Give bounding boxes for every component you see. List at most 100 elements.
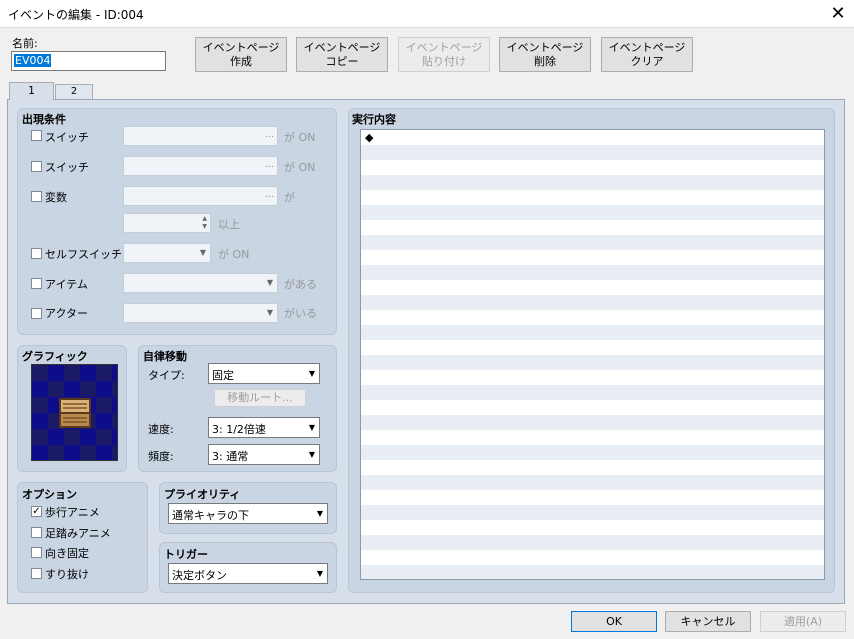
title-bar: イベントの編集 - ID:004 ✕ [0,0,854,28]
switch2-suffix: が ON [284,161,316,174]
trigger-dropdown[interactable]: 決定ボタン ▼ [168,563,328,584]
actor-checkbox[interactable] [31,308,42,319]
priority-title: プライオリティ [164,488,241,501]
self-switch-suffix: が ON [218,248,250,261]
apply-button[interactable]: 適用(A) [760,611,846,632]
execution-list[interactable]: ◆ [360,129,825,580]
delete-page-button[interactable]: イベントページ 削除 [499,37,591,72]
tab-page-2[interactable]: 2 [55,84,93,99]
switch1-field[interactable]: ... [123,126,278,146]
switch1-browse-icon[interactable]: ... [265,130,274,140]
switch1-label: スイッチ [45,131,89,144]
variable-browse-icon[interactable]: ... [265,190,274,200]
chevron-down-icon: ▼ [316,509,323,518]
tab-page-1-label: 1 [28,84,35,97]
switch1-checkbox[interactable] [31,130,42,141]
variable-suffix: が [284,191,295,204]
switch2-checkbox[interactable] [31,161,42,172]
item-label: アイテム [45,278,88,291]
direction-fix-checkbox[interactable] [31,547,42,558]
paste-page-line1: イベントページ [405,41,483,54]
close-icon: ✕ [830,3,846,24]
frequency-value: 3: 通常 [212,450,249,463]
variable-label: 変数 [45,191,67,204]
actor-label: アクター [45,307,89,320]
priority-value: 通常キャラの下 [172,509,249,522]
ok-button[interactable]: OK [571,611,657,632]
variable-compare-suffix: 以上 [218,218,240,231]
execution-title: 実行内容 [352,113,396,126]
tab-page-2-label: 2 [70,86,78,97]
options-title: オプション [22,488,77,501]
name-value: EV004 [14,54,52,67]
through-checkbox[interactable] [31,568,42,579]
self-switch-label: セルフスイッチ [45,248,122,261]
stepping-anim-label: 足踏みアニメ [45,527,111,540]
apply-label: 適用(A) [783,615,823,628]
direction-fix-label: 向き固定 [45,547,89,560]
name-input[interactable]: EV004 [11,51,166,71]
chevron-down-icon: ▼ [308,450,315,459]
move-type-value: 固定 [212,369,234,382]
create-page-button[interactable]: イベントページ 作成 [195,37,287,72]
clear-page-line2: クリア [630,55,664,68]
self-switch-dropdown[interactable]: ▼ [123,243,211,263]
delete-page-line2: 削除 [534,55,556,68]
copy-page-line2: コピー [325,55,359,68]
delete-page-line1: イベントページ [506,41,584,54]
walking-anim-label: 歩行アニメ [45,506,100,519]
chest-icon [59,398,91,428]
cancel-label: キャンセル [680,615,736,628]
clear-page-button[interactable]: イベントページ クリア [601,37,693,72]
item-dropdown[interactable]: ▼ [123,273,278,293]
chevron-down-icon: ▼ [308,423,315,432]
autonomous-movement-title: 自律移動 [143,350,187,363]
speed-label: 速度: [148,423,174,436]
copy-page-button[interactable]: イベントページ コピー [296,37,388,72]
clear-page-line1: イベントページ [608,41,686,54]
self-switch-checkbox[interactable] [31,248,42,259]
switch2-field[interactable]: ... [123,156,278,176]
item-checkbox[interactable] [31,278,42,289]
move-type-label: タイプ: [148,369,185,382]
move-route-button[interactable]: 移動ルート... [214,389,306,407]
speed-value: 3: 1/2倍速 [212,423,266,436]
frequency-label: 頻度: [148,450,174,463]
create-page-line1: イベントページ [202,41,280,54]
spin-down-icon[interactable]: ▼ [202,223,207,230]
create-page-line2: 作成 [230,55,252,68]
trigger-value: 決定ボタン [172,569,227,582]
move-route-label: 移動ルート... [227,391,293,404]
switch1-suffix: が ON [284,131,316,144]
close-button[interactable]: ✕ [824,2,852,26]
tab-page-1[interactable]: 1 [9,82,54,100]
cancel-button[interactable]: キャンセル [665,611,751,632]
switch2-label: スイッチ [45,161,89,174]
frequency-dropdown[interactable]: 3: 通常 ▼ [208,444,320,465]
check-icon: ✓ [32,506,41,517]
ok-label: OK [606,615,622,628]
copy-page-line1: イベントページ [303,41,381,54]
graphic-title: グラフィック [22,350,88,363]
variable-value-spinner[interactable]: ▲ ▼ [123,213,211,233]
paste-page-line2: 貼り付け [422,55,466,68]
graphic-preview[interactable] [31,364,118,461]
trigger-title: トリガー [164,548,208,561]
chevron-down-icon: ▼ [266,308,273,317]
chevron-down-icon: ▼ [266,278,273,287]
command-line-marker[interactable]: ◆ [365,131,373,144]
variable-checkbox[interactable] [31,191,42,202]
through-label: すり抜け [45,568,89,581]
walking-anim-checkbox[interactable]: ✓ [31,506,42,517]
switch2-browse-icon[interactable]: ... [265,160,274,170]
stepping-anim-checkbox[interactable] [31,527,42,538]
priority-dropdown[interactable]: 通常キャラの下 ▼ [168,503,328,524]
window-title: イベントの編集 - ID:004 [8,8,144,22]
spin-up-icon[interactable]: ▲ [202,215,207,222]
paste-page-button[interactable]: イベントページ 貼り付け [398,37,490,72]
chevron-down-icon: ▼ [308,369,315,378]
variable-field[interactable]: ... [123,186,278,206]
speed-dropdown[interactable]: 3: 1/2倍速 ▼ [208,417,320,438]
actor-dropdown[interactable]: ▼ [123,303,278,323]
move-type-dropdown[interactable]: 固定 ▼ [208,363,320,384]
